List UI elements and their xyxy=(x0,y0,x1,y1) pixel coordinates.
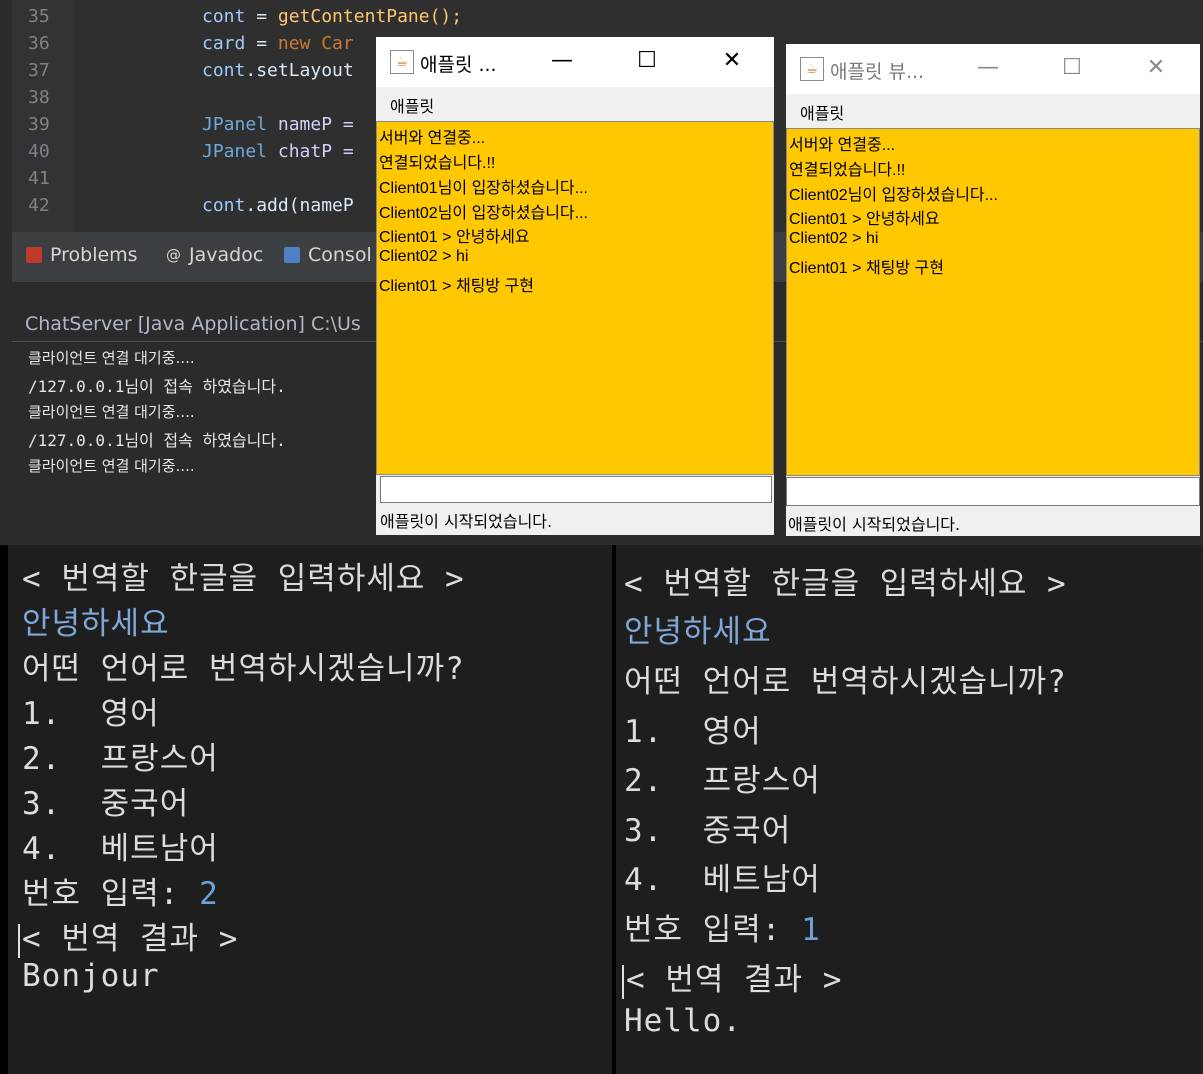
option-french: 2. 프랑스어 xyxy=(22,741,219,777)
option-vietnamese: 4. 베트남어 xyxy=(22,831,219,867)
window-title: 애플릿 ... xyxy=(420,54,497,76)
code-line: cont.setLayout xyxy=(202,60,354,81)
code-line: JPanel nameP = xyxy=(202,114,354,135)
translate-console-right: < 번역할 한글을 입력하세요 > 안녕하세요 어떤 언어로 번역하시겠습니까?… xyxy=(616,545,1203,1074)
window-title: 애플릿 뷰... xyxy=(830,61,925,83)
chat-message: Client02 > hi xyxy=(789,230,879,247)
code-line: card = new Car xyxy=(202,33,354,54)
chat-message: Client01 > 안녕하세요 xyxy=(789,211,940,228)
chat-message: Client02님이 입장하셨습니다... xyxy=(789,187,998,204)
line-number: 37 xyxy=(28,60,50,81)
code-line: cont = getContentPane(); xyxy=(202,6,463,27)
line-number: 39 xyxy=(28,114,50,135)
result-label-line: < 번역 결과 > xyxy=(18,913,238,958)
console-line: 클라이언트 연결 대기중.... xyxy=(28,457,195,475)
chat-area: 서버와 연결중... 연결되었습니다.!! Client01님이 입장하셨습니다… xyxy=(376,121,774,475)
menu-applet[interactable]: 애플릿 xyxy=(390,93,434,117)
prompt-text: < 번역할 한글을 입력하세요 > xyxy=(22,561,465,597)
chat-message: Client02님이 입장하셨습니다... xyxy=(379,205,588,222)
tab-problems[interactable]: Problems xyxy=(26,244,138,266)
result-label-line: < 번역 결과 > xyxy=(622,954,842,999)
console-line: 클라이언트 연결 대기중.... xyxy=(28,403,195,421)
at-sign-icon: @ xyxy=(166,246,181,264)
maximize-button[interactable]: ☐ xyxy=(627,47,667,75)
user-input-text: 안녕하세요 xyxy=(22,606,170,642)
line-number: 35 xyxy=(28,6,50,27)
close-button[interactable]: ✕ xyxy=(712,47,752,75)
option-vietnamese: 4. 베트남어 xyxy=(624,862,821,898)
translate-console-left: < 번역할 한글을 입력하세요 > 안녕하세요 어떤 언어로 번역하시겠습니까?… xyxy=(8,545,612,1074)
java-icon: ☕ xyxy=(800,57,824,81)
tab-console[interactable]: Consol xyxy=(284,244,372,266)
chat-message: 연결되었습니다.!! xyxy=(379,155,496,172)
console-icon xyxy=(284,247,300,263)
problems-icon xyxy=(26,247,42,263)
line-number: 40 xyxy=(28,141,50,162)
result-text: Hello. xyxy=(624,1003,742,1039)
option-chinese: 3. 중국어 xyxy=(624,813,792,849)
console-title: ChatServer [Java Application] C:\Us xyxy=(25,313,361,335)
chat-input[interactable] xyxy=(786,477,1200,506)
code-line: cont.add(nameP xyxy=(202,195,354,216)
applet-window-1[interactable]: ☕ 애플릿 ... — ☐ ✕ 애플릿 서버와 연결중... 연결되었습니다.!… xyxy=(376,37,774,535)
question-text: 어떤 언어로 번역하시겠습니까? xyxy=(624,664,1067,700)
option-english: 1. 영어 xyxy=(22,696,160,732)
line-number: 36 xyxy=(28,33,50,54)
chat-message: Client01 > 안녕하세요 xyxy=(379,229,530,246)
applet-window-2[interactable]: ☕ 애플릿 뷰... — ☐ ✕ 애플릿 서버와 연결중... 연결되었습니다.… xyxy=(786,44,1200,536)
user-input-text: 안녕하세요 xyxy=(624,614,772,650)
code-line: JPanel chatP = xyxy=(202,141,354,162)
option-french: 2. 프랑스어 xyxy=(624,763,821,799)
question-text: 어떤 언어로 번역하시겠습니까? xyxy=(22,651,465,687)
minimize-button[interactable]: — xyxy=(542,47,582,75)
maximize-button[interactable]: ☐ xyxy=(1052,54,1092,82)
chat-message: 서버와 연결중... xyxy=(379,130,486,147)
chat-message: Client01님이 입장하셨습니다... xyxy=(379,180,588,197)
title-bar[interactable]: ☕ 애플릿 뷰... — ☐ ✕ xyxy=(786,44,1200,94)
console-line: /127.0.0.1님이 접속 하였습니다. xyxy=(28,377,286,396)
minimize-button[interactable]: — xyxy=(968,54,1008,82)
chat-message: 서버와 연결중... xyxy=(789,137,896,154)
menu-applet[interactable]: 애플릿 xyxy=(800,100,844,124)
chat-message: 연결되었습니다.!! xyxy=(789,162,906,179)
console-line: 클라이언트 연결 대기중.... xyxy=(28,349,195,367)
chat-input[interactable] xyxy=(380,476,772,503)
text-cursor xyxy=(18,923,20,958)
console-line: /127.0.0.1님이 접속 하였습니다. xyxy=(28,431,286,450)
text-cursor xyxy=(622,964,624,999)
close-button[interactable]: ✕ xyxy=(1136,54,1176,82)
java-icon: ☕ xyxy=(390,50,414,74)
option-chinese: 3. 중국어 xyxy=(22,786,190,822)
chat-message: Client01 > 채팅방 구현 xyxy=(379,278,534,295)
number-input-line: 번호 입력: 1 xyxy=(624,912,821,948)
chat-message: Client01 > 채팅방 구현 xyxy=(789,260,944,277)
tab-javadoc[interactable]: @ Javadoc xyxy=(166,244,263,266)
status-text: 애플릿이 시작되었습니다. xyxy=(788,515,961,534)
line-number: 41 xyxy=(28,168,50,189)
prompt-text: < 번역할 한글을 입력하세요 > xyxy=(624,566,1067,602)
chat-message: Client02 > hi xyxy=(379,248,469,265)
status-text: 애플릿이 시작되었습니다. xyxy=(380,512,553,531)
result-text: Bonjour xyxy=(22,958,160,994)
option-english: 1. 영어 xyxy=(624,714,762,750)
number-input-line: 번호 입력: 2 xyxy=(22,876,219,912)
line-number: 38 xyxy=(28,87,50,108)
title-bar[interactable]: ☕ 애플릿 ... — ☐ ✕ xyxy=(376,37,774,87)
line-number: 42 xyxy=(28,195,50,216)
chat-area: 서버와 연결중... 연결되었습니다.!! Client02님이 입장하셨습니다… xyxy=(786,128,1200,476)
